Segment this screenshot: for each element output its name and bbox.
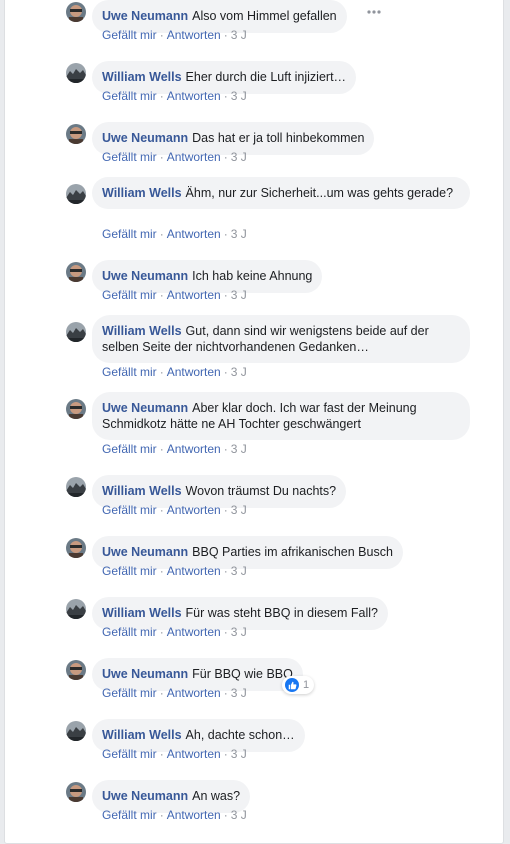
like-link[interactable]: Gefällt mir: [102, 365, 157, 379]
comment-author[interactable]: William Wells: [102, 186, 182, 200]
reaction-badge[interactable]: 1: [282, 676, 315, 694]
comment-author[interactable]: William Wells: [102, 70, 182, 84]
comment-timestamp[interactable]: 3 J: [231, 625, 247, 639]
comment-actions: Gefällt mir · Antworten · 3 J: [102, 808, 247, 822]
reply-link[interactable]: Antworten: [167, 288, 221, 302]
comment-text: Wovon träumst Du nachts?: [185, 484, 337, 498]
comment-actions: Gefällt mir · Antworten · 3 J: [102, 625, 247, 639]
avatar-william[interactable]: [66, 322, 86, 342]
comment-timestamp[interactable]: 3 J: [231, 89, 247, 103]
comment-text: Ähm, nur zur Sicherheit...um was gehts g…: [185, 186, 454, 200]
comment-author[interactable]: William Wells: [102, 606, 182, 620]
comment-actions: Gefällt mir · Antworten · 3 J: [102, 747, 247, 761]
comment-timestamp[interactable]: 3 J: [231, 503, 247, 517]
comment-timestamp[interactable]: 3 J: [231, 28, 247, 42]
like-link[interactable]: Gefällt mir: [102, 747, 157, 761]
comment-timestamp[interactable]: 3 J: [231, 564, 247, 578]
avatar-william[interactable]: [66, 477, 86, 497]
comment-actions: Gefällt mir · Antworten · 3 J: [102, 227, 247, 241]
like-link[interactable]: Gefällt mir: [102, 503, 157, 517]
comment-text: Für BBQ wie BBQ: [192, 667, 293, 681]
like-link[interactable]: Gefällt mir: [102, 227, 157, 241]
like-link[interactable]: Gefällt mir: [102, 686, 157, 700]
comment-author[interactable]: Uwe Neumann: [102, 667, 188, 681]
comment-actions: Gefällt mir · Antworten · 3 J: [102, 89, 247, 103]
reply-link[interactable]: Antworten: [167, 808, 221, 822]
comment-bubble: William Wells Ähm, nur zur Sicherheit...u…: [92, 177, 470, 209]
comment-actions: Gefällt mir · Antworten · 3 J: [102, 503, 247, 517]
like-link[interactable]: Gefällt mir: [102, 150, 157, 164]
comment-bubble: Uwe Neumann Aber klar doch. Ich war fast …: [92, 392, 470, 440]
comment-bubble: William Wells Gut, dann sind wir wenigste…: [92, 315, 470, 363]
comment-actions: Gefällt mir · Antworten · 3 J: [102, 28, 247, 42]
avatar-william[interactable]: [66, 721, 86, 741]
reply-link[interactable]: Antworten: [167, 747, 221, 761]
comment-text: Eher durch die Luft injiziert…: [185, 70, 347, 84]
page-background-edge: [504, 0, 510, 829]
comment-timestamp[interactable]: 3 J: [231, 150, 247, 164]
like-link[interactable]: Gefällt mir: [102, 28, 157, 42]
comment-text: Das hat er ja toll hinbekommen: [192, 131, 365, 145]
comment-timestamp[interactable]: 3 J: [231, 288, 247, 302]
reply-link[interactable]: Antworten: [167, 442, 221, 456]
comment-author[interactable]: Uwe Neumann: [102, 789, 188, 803]
comment-text: An was?: [192, 789, 241, 803]
comment-text: BBQ Parties im afrikanischen Busch: [192, 545, 393, 559]
comment-timestamp[interactable]: 3 J: [231, 227, 247, 241]
avatar-william[interactable]: [66, 63, 86, 83]
avatar-uwe[interactable]: [66, 2, 86, 22]
reply-link[interactable]: Antworten: [167, 150, 221, 164]
like-link[interactable]: Gefällt mir: [102, 564, 157, 578]
comment-author[interactable]: Uwe Neumann: [102, 269, 188, 283]
comment-timestamp[interactable]: 3 J: [231, 747, 247, 761]
like-link[interactable]: Gefällt mir: [102, 89, 157, 103]
comment-actions: Gefällt mir · Antworten · 3 J: [102, 686, 247, 700]
comment-actions: Gefällt mir · Antworten · 3 J: [102, 150, 247, 164]
comment-author[interactable]: William Wells: [102, 324, 182, 338]
comment-timestamp[interactable]: 3 J: [231, 686, 247, 700]
reply-link[interactable]: Antworten: [167, 28, 221, 42]
reply-link[interactable]: Antworten: [167, 686, 221, 700]
comment-text: Für was steht BBQ in diesem Fall?: [185, 606, 378, 620]
reply-link[interactable]: Antworten: [167, 564, 221, 578]
like-link[interactable]: Gefällt mir: [102, 808, 157, 822]
reply-link[interactable]: Antworten: [167, 625, 221, 639]
comment-author[interactable]: Uwe Neumann: [102, 9, 188, 23]
avatar-uwe[interactable]: [66, 262, 86, 282]
reply-link[interactable]: Antworten: [167, 503, 221, 517]
avatar-uwe[interactable]: [66, 538, 86, 558]
comment-actions: Gefällt mir · Antworten · 3 J: [102, 365, 247, 379]
more-options-icon[interactable]: [366, 4, 382, 20]
thumbs-up-icon: [285, 678, 299, 692]
comment-text: Ah, dachte schon…: [185, 728, 295, 742]
reply-link[interactable]: Antworten: [167, 89, 221, 103]
comment-timestamp[interactable]: 3 J: [231, 365, 247, 379]
reply-link[interactable]: Antworten: [167, 227, 221, 241]
comment-author[interactable]: William Wells: [102, 484, 182, 498]
avatar-uwe[interactable]: [66, 124, 86, 144]
comment-text: Ich hab keine Ahnung: [192, 269, 313, 283]
avatar-uwe[interactable]: [66, 399, 86, 419]
comment-timestamp[interactable]: 3 J: [231, 808, 247, 822]
like-link[interactable]: Gefällt mir: [102, 625, 157, 639]
avatar-uwe[interactable]: [66, 782, 86, 802]
comment-author[interactable]: William Wells: [102, 728, 182, 742]
comment-actions: Gefällt mir · Antworten · 3 J: [102, 288, 247, 302]
reply-link[interactable]: Antworten: [167, 365, 221, 379]
comment-text: Also vom Himmel gefallen: [192, 9, 337, 23]
comment-author[interactable]: Uwe Neumann: [102, 401, 188, 415]
avatar-uwe[interactable]: [66, 660, 86, 680]
like-link[interactable]: Gefällt mir: [102, 288, 157, 302]
comment-actions: Gefällt mir · Antworten · 3 J: [102, 564, 247, 578]
comment-author[interactable]: Uwe Neumann: [102, 545, 188, 559]
avatar-william[interactable]: [66, 599, 86, 619]
comment-author[interactable]: Uwe Neumann: [102, 131, 188, 145]
avatar-william[interactable]: [66, 184, 86, 204]
reaction-count: 1: [303, 679, 310, 691]
comment-actions: Gefällt mir · Antworten · 3 J: [102, 442, 247, 456]
like-link[interactable]: Gefällt mir: [102, 442, 157, 456]
comment-timestamp[interactable]: 3 J: [231, 442, 247, 456]
